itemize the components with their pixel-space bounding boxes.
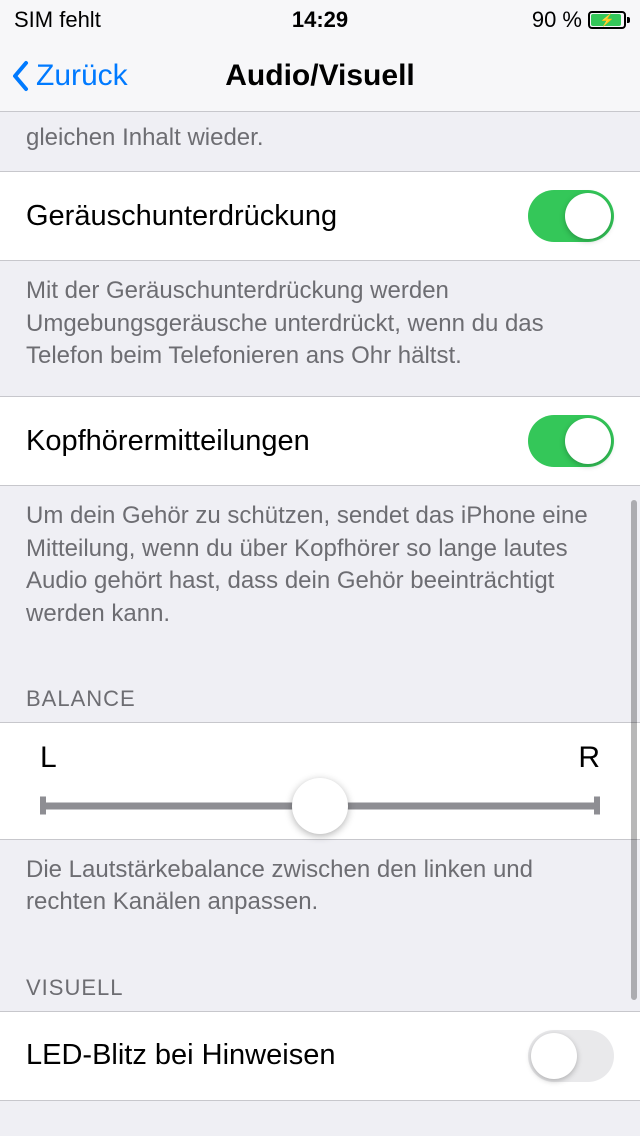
headphone-notifications-toggle[interactable] <box>528 415 614 467</box>
status-sim: SIM fehlt <box>14 7 218 33</box>
balance-right-label: R <box>578 741 600 775</box>
noise-cancellation-toggle[interactable] <box>528 190 614 242</box>
led-flash-row[interactable]: LED-Blitz bei Hinweisen <box>0 1011 640 1101</box>
battery-icon: ⚡ <box>588 11 626 29</box>
balance-left-label: L <box>40 741 57 775</box>
back-button[interactable]: Zurück <box>0 58 128 94</box>
content-scroll[interactable]: gleichen Inhalt wieder. Geräuschunterdrü… <box>0 112 640 1136</box>
headphone-notifications-row: Kopfhörermitteilungen <box>0 396 640 486</box>
slider-thumb-icon[interactable] <box>292 778 348 834</box>
back-label: Zurück <box>36 59 128 93</box>
scrollbar[interactable] <box>631 500 637 1000</box>
balance-slider[interactable] <box>40 801 600 811</box>
visual-section-header: VISUELL <box>0 943 640 1011</box>
noise-cancellation-row: Geräuschunterdrückung <box>0 171 640 261</box>
balance-row: L R <box>0 722 640 840</box>
headphone-notifications-footer: Um dein Gehör zu schützen, sendet das iP… <box>0 486 640 654</box>
nav-bar: Zurück Audio/Visuell <box>0 40 640 112</box>
headphone-notifications-label: Kopfhörermitteilungen <box>26 425 310 458</box>
led-flash-toggle[interactable] <box>528 1030 614 1082</box>
page-title: Audio/Visuell <box>225 59 414 93</box>
status-bar: SIM fehlt 14:29 90 % ⚡ <box>0 0 640 40</box>
balance-section-header: BALANCE <box>0 654 640 722</box>
partial-footer-text: gleichen Inhalt wieder. <box>0 112 640 171</box>
status-time: 14:29 <box>218 7 422 33</box>
noise-cancellation-footer: Mit der Geräuschunterdrückung werden Umg… <box>0 261 640 396</box>
chevron-left-icon <box>10 58 32 94</box>
led-flash-label: LED-Blitz bei Hinweisen <box>26 1039 335 1072</box>
noise-cancellation-label: Geräuschunterdrückung <box>26 200 337 233</box>
battery-percent: 90 % <box>532 7 582 33</box>
status-battery: 90 % ⚡ <box>422 7 626 33</box>
balance-footer: Die Lautstärkebalance zwischen den linke… <box>0 840 640 943</box>
